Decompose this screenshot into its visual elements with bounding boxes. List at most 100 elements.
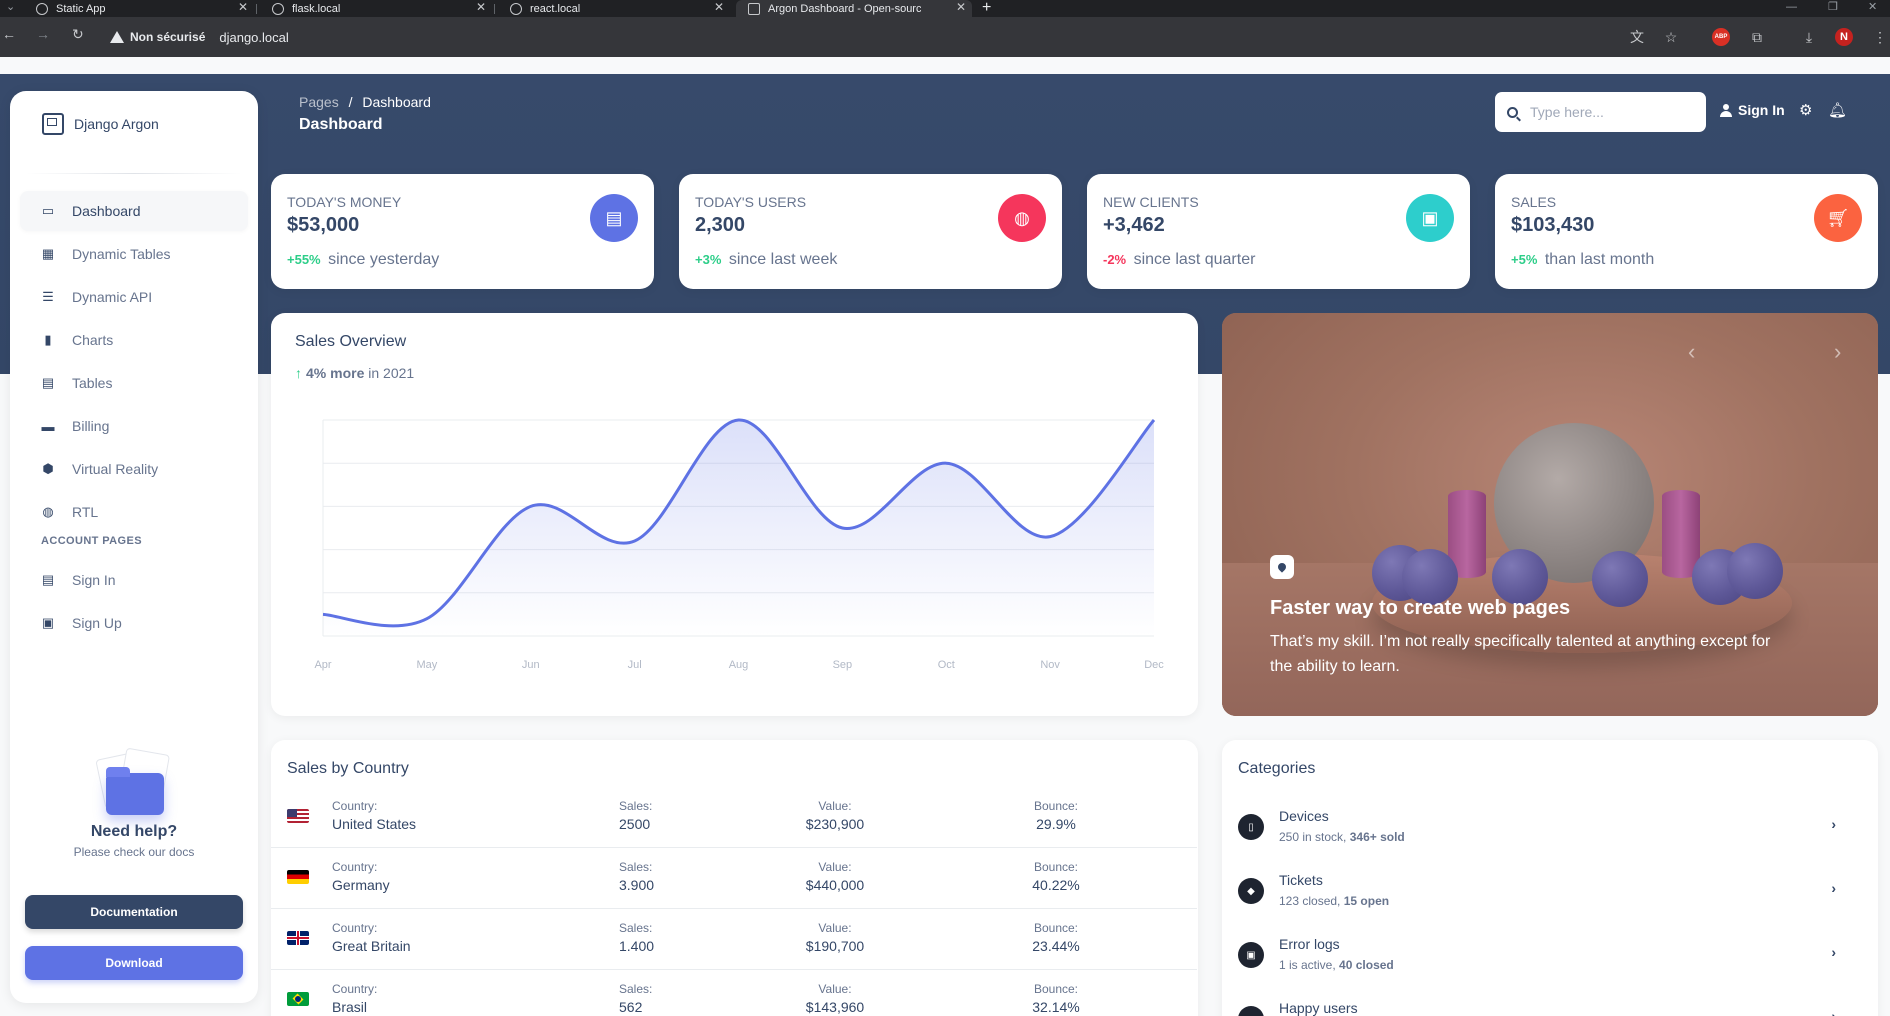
carousel-prev-icon[interactable]: ‹ — [1688, 339, 1695, 365]
sidebar-item-dashboard[interactable]: ▭ Dashboard — [20, 191, 248, 231]
category-item-tickets[interactable]: ◆ Tickets 123 closed, 15 open › — [1238, 870, 1860, 920]
star-icon[interactable]: ☆ — [1662, 28, 1680, 46]
new-tab-button[interactable]: + — [982, 0, 991, 17]
document-plus-icon: ▣ — [41, 615, 55, 630]
stat-value: 2,300 — [695, 214, 746, 236]
x-tick-label: Aug — [729, 659, 749, 671]
cell-value: 3.900 — [619, 877, 655, 893]
cell-value: 562 — [619, 999, 643, 1015]
back-icon[interactable]: ← — [2, 26, 16, 42]
minimize-icon[interactable]: — — [1786, 0, 1797, 17]
brand[interactable]: Django Argon — [42, 113, 159, 135]
sidebar-item-label: Sign In — [72, 572, 116, 588]
categories-card: Categories ▯ Devices 250 in stock, 346+ … — [1222, 740, 1878, 1016]
help-title: Need help? — [90, 823, 178, 840]
sidebar-item-label: Sign Up — [72, 615, 122, 631]
table-row: Country: Great Britain Sales: 1.400 Value:… — [271, 909, 1197, 970]
smile-icon: ☺ — [1238, 1006, 1264, 1016]
breadcrumb-root[interactable]: Pages — [299, 94, 339, 110]
category-item-devices[interactable]: ▯ Devices 250 in stock, 346+ sold › — [1238, 806, 1860, 856]
reload-icon[interactable]: ↻ — [72, 26, 84, 43]
table-row: Country: United States Sales: 2500 Value: $… — [271, 787, 1197, 848]
close-tab-icon[interactable]: ✕ — [714, 0, 724, 14]
sidebar-item-virtual-reality[interactable]: ⬢ Virtual Reality — [20, 449, 248, 489]
sidebar-item-tables[interactable]: ▤ Tables — [20, 363, 248, 403]
breadcrumb-separator: / — [348, 94, 353, 110]
sidebar-item-rtl[interactable]: ◍ RTL — [20, 492, 248, 532]
url-field[interactable]: Non sécurisé django.local — [110, 23, 289, 51]
cell-value: 23.44% — [1032, 938, 1080, 954]
bounce-cell: Bounce: 32.14% — [1016, 982, 1096, 1015]
search-input[interactable] — [1530, 104, 1690, 120]
extensions-icon[interactable]: ⧉ — [1748, 28, 1766, 46]
sidebar-item-charts[interactable]: ▮ Charts — [20, 320, 248, 360]
carousel-next-icon[interactable]: › — [1834, 339, 1841, 365]
menu-icon[interactable]: ⋮ — [1871, 28, 1889, 46]
cell-value: $143,960 — [805, 999, 865, 1015]
stat-card-clients: New Clients +3,462 -2% since last quarte… — [1087, 174, 1470, 289]
sign-in-link[interactable]: Sign In — [1720, 102, 1785, 118]
card-title: Sales by Country — [287, 760, 409, 777]
chevron-right-icon[interactable]: › — [1831, 944, 1836, 960]
close-tab-icon[interactable]: ✕ — [476, 0, 486, 14]
sidebar-item-sign-up[interactable]: ▣ Sign Up — [20, 603, 248, 643]
category-desc: 1 is active, 40 closed — [1279, 958, 1394, 972]
forward-icon[interactable]: → — [36, 26, 50, 42]
sidebar-item-dynamic-api[interactable]: ☰ Dynamic API — [20, 277, 248, 317]
stat-note-text: since last week — [728, 251, 838, 268]
browser-tab-static-app[interactable]: Static App ✕ — [22, 0, 254, 17]
category-item-error-logs[interactable]: ▣ Error logs 1 is active, 40 closed › — [1238, 934, 1860, 984]
chevron-right-icon[interactable]: › — [1831, 816, 1836, 832]
bounce-cell: Bounce: 23.44% — [1016, 921, 1096, 954]
browser-tab-argon[interactable]: Argon Dashboard - Open-sourc ✕ — [736, 0, 972, 17]
cell-label: Sales: — [619, 860, 653, 874]
document-icon: ▤ — [41, 572, 55, 587]
stat-label: Today's Money — [287, 194, 402, 210]
profile-avatar[interactable]: N — [1835, 28, 1853, 46]
chevron-right-icon[interactable]: › — [1831, 880, 1836, 896]
stat-label: Today's Users — [695, 194, 807, 210]
close-window-icon[interactable]: ✕ — [1868, 0, 1877, 17]
restore-icon[interactable]: ❐ — [1828, 0, 1838, 17]
cube-icon: ⬢ — [42, 461, 54, 476]
category-desc: 123 closed, 15 open — [1279, 894, 1390, 908]
cell-value: Brasil — [332, 999, 368, 1015]
country-cell: Country: United States — [332, 799, 416, 832]
download-icon[interactable]: ⤓ — [1800, 28, 1818, 46]
search-box[interactable] — [1495, 92, 1706, 132]
carousel[interactable]: ‹ › Faster way to create web pages That’… — [1222, 313, 1878, 716]
adblock-icon[interactable]: ABP — [1712, 28, 1730, 46]
value-cell: Value: $190,700 — [775, 921, 895, 954]
country-cell: Country: Great Britain — [332, 921, 411, 954]
sidebar-item-dynamic-tables[interactable]: ▦ Dynamic Tables — [20, 234, 248, 274]
browser-tab-react[interactable]: react.local ✕ — [496, 0, 730, 17]
sidebar-item-label: Tables — [72, 375, 113, 391]
category-name: Tickets — [1279, 872, 1323, 888]
chevron-right-icon[interactable]: › — [1831, 1008, 1836, 1016]
download-button[interactable]: Download — [25, 946, 243, 980]
sign-in-label: Sign In — [1738, 102, 1785, 118]
cell-label: Value: — [818, 982, 852, 996]
stat-note-text: than last month — [1544, 251, 1655, 268]
stat-label: Sales — [1511, 194, 1557, 210]
folder-illustration-icon — [94, 747, 174, 817]
documentation-button[interactable]: Documentation — [25, 895, 243, 929]
translate-icon[interactable]: 文 — [1628, 28, 1646, 46]
close-tab-icon[interactable]: ✕ — [956, 0, 966, 14]
carousel-text: That’s my skill. I’m not really specific… — [1270, 633, 1771, 675]
category-item-happy-users[interactable]: ☺ Happy users › — [1238, 998, 1860, 1016]
security-warning[interactable]: Non sécurisé — [110, 30, 205, 44]
tab-search-icon[interactable]: ⌄ — [6, 0, 15, 17]
stat-note: +3% since last week — [695, 251, 837, 269]
cell-value: $190,700 — [805, 938, 865, 954]
stat-note-text: since yesterday — [328, 251, 440, 268]
gear-icon[interactable]: ⚙ — [1799, 101, 1812, 119]
close-tab-icon[interactable]: ✕ — [238, 0, 248, 14]
sidebar-item-billing[interactable]: ▬ Billing — [20, 406, 248, 446]
cell-label: Sales: — [619, 982, 653, 996]
bell-icon[interactable]: 🔔︎ — [1828, 101, 1847, 119]
sidebar-item-label: Charts — [72, 332, 114, 348]
breadcrumb-current: Dashboard — [362, 94, 431, 110]
browser-tab-flask[interactable]: flask.local ✕ — [258, 0, 492, 17]
sidebar-item-sign-in[interactable]: ▤ Sign In — [20, 560, 248, 600]
